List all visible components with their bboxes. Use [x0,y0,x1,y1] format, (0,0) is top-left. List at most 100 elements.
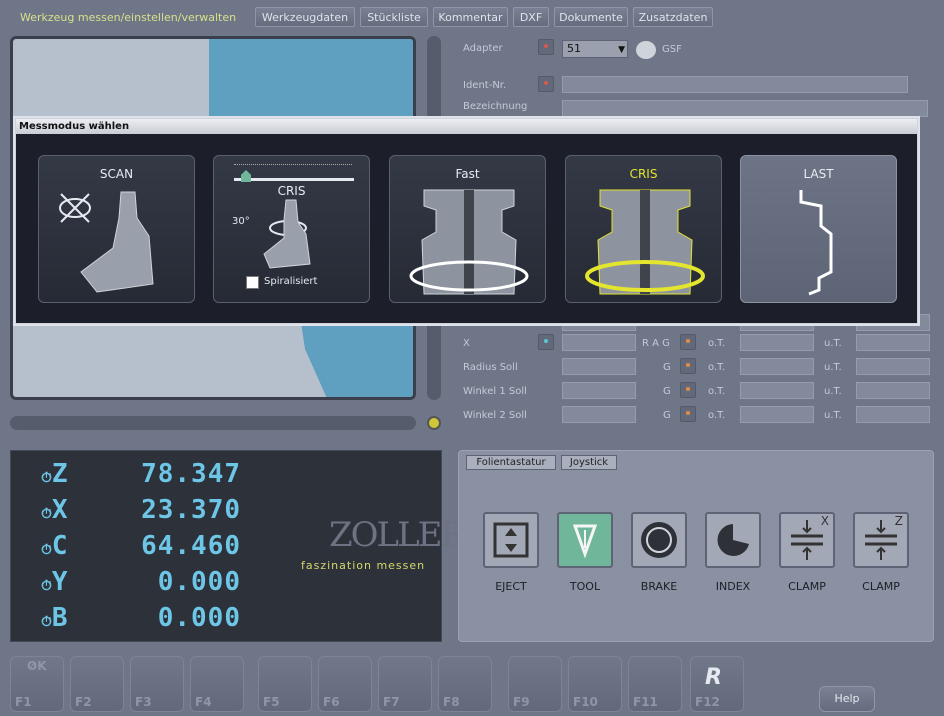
tool-button[interactable] [557,512,613,568]
axis-b-letter: B [51,603,68,633]
row-winkel1-label: Winkel 1 Soll [463,386,527,397]
row-radius-field[interactable] [562,358,636,375]
brand-slogan: faszination messen [301,559,426,572]
tab-dxf[interactable]: DXF [513,7,549,27]
spiralisiert-label: Spiralisiert [264,276,318,287]
chevron-down-icon: ▼ [618,45,625,55]
mode-cris-button[interactable]: CRIS [565,155,722,303]
row-radius-tol2-field[interactable] [856,358,930,375]
f12-button[interactable]: R F12 [690,656,744,712]
row-winkel1-flags: G [663,386,671,397]
mode-fast-button[interactable]: Fast [389,155,546,303]
eject-button[interactable] [483,512,539,568]
adapter-label: Adapter [463,43,503,54]
row-winkel1-tol2-field[interactable] [856,382,930,399]
row-winkel1-tol1-field[interactable] [740,382,814,399]
spiral-slider-thumb[interactable] [241,170,251,182]
clamp-x-label: CLAMP [788,580,826,593]
axis-z-icon: ⏱ [41,470,52,486]
axis-b-icon: ⏱ [41,614,52,630]
tab-zusatzdaten[interactable]: Zusatzdaten [633,7,713,27]
adapter-value: 51 [567,42,581,55]
axis-c-letter: C [51,531,68,561]
f3-button[interactable]: F3 [130,656,184,712]
f5-button[interactable]: F5 [258,656,312,712]
spiralisiert-checkbox[interactable] [246,276,259,289]
f4-label: F4 [195,695,212,709]
status-led [427,416,441,430]
row-winkel2-tol1-field[interactable] [740,406,814,423]
axis-y-label: ⏱Y [41,567,68,597]
axis-z-value: 78.347 [141,459,241,489]
row-winkel1-flag-indicator [680,382,696,398]
scan-tool-icon [59,191,154,293]
clamp-x-button[interactable]: X [779,512,835,568]
index-label: INDEX [715,580,751,593]
f2-button[interactable]: F2 [70,656,124,712]
focus-slider[interactable] [10,416,416,430]
position-display: ⏱Z 78.347 ⏱X 23.370 ⏱C 64.460 ⏱Y 0.000 ⏱… [10,450,466,642]
cris-tool-icon [585,189,705,295]
f10-button[interactable]: F10 [568,656,622,712]
tool-icon [572,524,598,559]
row-x-field[interactable] [562,334,636,351]
bezeichnung-field[interactable] [562,100,928,117]
brake-button[interactable] [631,512,687,568]
tab-werkzeugdaten[interactable]: Werkzeugdaten [255,7,355,27]
help-button[interactable]: Help [819,686,875,712]
f11-button[interactable]: F11 [628,656,682,712]
row-radius-tol2: u.T. [824,362,842,373]
adapter-icon [636,41,656,59]
row-winkel2-tol2-field[interactable] [856,406,930,423]
axis-z-label: ⏱Z [41,459,68,489]
index-button[interactable] [705,512,761,568]
adapter-select[interactable]: 51 ▼ [562,40,628,58]
tab-werkzeug-messen[interactable]: Werkzeug messen/einstellen/verwalten [8,7,248,27]
dialog-title: Messmodus wählen [16,119,917,134]
measure-mode-dialog: Messmodus wählen SCAN CRIS 30° Spiralisi… [15,118,918,324]
f9-button[interactable]: F9 [508,656,562,712]
axis-x-icon: ⏱ [41,506,52,522]
tab-dokumente[interactable]: Dokumente [554,7,628,27]
f6-button[interactable]: F6 [318,656,372,712]
mode-scan-button[interactable]: SCAN [38,155,195,303]
fast-tool-icon [409,189,529,295]
tab-joystick[interactable]: Joystick [561,455,617,470]
spiral-slider-track[interactable] [234,178,354,181]
axis-b-label: ⏱B [41,603,68,633]
row-radius-tol1-field[interactable] [740,358,814,375]
mode-last-button[interactable]: LAST [740,155,897,303]
ident-indicator [538,76,554,92]
axis-y-value: 0.000 [157,567,241,597]
last-profile-icon [799,190,833,296]
tab-stueckliste[interactable]: Stückliste [360,7,428,27]
row-winkel1-field[interactable] [562,382,636,399]
axis-c-icon: ⏱ [41,542,52,558]
f6-label: F6 [323,695,340,709]
row-x-tol2-field[interactable] [856,334,930,351]
clamp-z-button[interactable]: Z [853,512,909,568]
ident-field[interactable] [562,76,908,93]
row-x-tol2: u.T. [824,338,842,349]
spiral-scale [234,164,352,168]
f12-label: F12 [695,695,720,709]
row-radius-label: Radius Soll [463,362,518,373]
axis-z-letter: Z [51,459,68,489]
tab-folientastatur[interactable]: Folientastatur [466,455,556,470]
gsf-label: GSF [662,44,682,55]
eject-label: EJECT [495,580,527,593]
row-x-tol1-field[interactable] [740,334,814,351]
f8-label: F8 [443,695,460,709]
f1-ok-button[interactable]: ✓ OK F1 [10,656,64,712]
f7-button[interactable]: F7 [378,656,432,712]
row-x-tol1: o.T. [708,338,726,349]
tab-kommentar[interactable]: Kommentar [433,7,508,27]
f8-button[interactable]: F8 [438,656,492,712]
row-winkel2-field[interactable] [562,406,636,423]
axis-x-label: ⏱X [41,495,68,525]
mode-cris-spiral-button[interactable]: CRIS 30° Spiralisiert [213,155,370,303]
ident-label: Ident-Nr. [463,80,507,91]
f4-button[interactable]: F4 [190,656,244,712]
axis-c-value: 64.460 [141,531,241,561]
row-winkel2-label: Winkel 2 Soll [463,410,527,421]
